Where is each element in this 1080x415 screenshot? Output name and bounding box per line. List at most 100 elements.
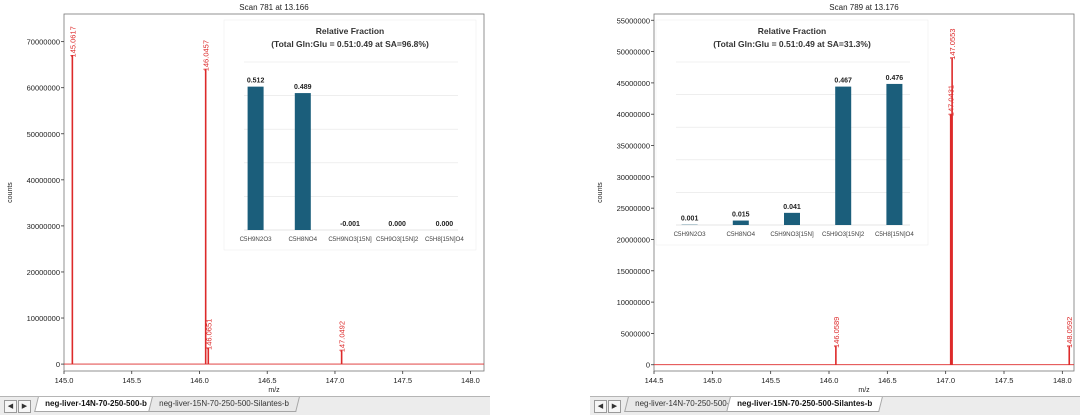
peak-label: 146.0651: [204, 319, 213, 350]
inset-category-label: C5H9NO3[15N]: [770, 231, 814, 238]
spectrum-panel-right: Scan 789 at 13.176 0 5000000 10000000 150000…: [590, 0, 1080, 414]
inset-value-label: 0.000: [388, 221, 406, 228]
file-tab-bar-left: ◀ ▶ neg-liver-14N-70-250-500-b neg-liver…: [0, 396, 490, 415]
inset-category-label: C5H8[15N]O4: [425, 236, 464, 243]
peak-label: 146.0457: [202, 40, 211, 71]
x-axis-label: m/z: [268, 387, 280, 394]
peak-label: 147.0492: [338, 321, 347, 352]
x-tick-label: 146.5: [258, 376, 277, 385]
y-tick-label: 50000000: [617, 48, 650, 57]
prev-tab-button[interactable]: ◀: [4, 400, 17, 413]
chart-title: Scan 781 at 13.166: [239, 3, 309, 12]
chart-title: Scan 789 at 13.176: [829, 3, 899, 12]
y-tick-label: 40000000: [617, 110, 650, 119]
peak-label: 145.0617: [68, 26, 77, 57]
inset-bar: [784, 213, 800, 225]
y-tick-label: 45000000: [617, 79, 650, 88]
x-tick-label: 147.0: [326, 376, 345, 385]
inset-bar: [733, 221, 749, 225]
inset-title: Relative Fraction: [316, 26, 385, 36]
inset-bar: [835, 87, 851, 225]
inset-value-label: -0.001: [340, 221, 360, 228]
tab-file-14n[interactable]: neg-liver-14N-70-250-500-b: [34, 397, 158, 412]
x-tick-label: 146.0: [820, 376, 839, 385]
y-tick-label: 15000000: [617, 267, 650, 276]
inset-value-label: 0.489: [294, 84, 312, 91]
inset-category-label: C5H9O3[15N]2: [822, 231, 865, 238]
tab-label: neg-liver-15N-70-250-500-Silantes-b: [737, 397, 872, 411]
inset-category-label: C5H8[15N]O4: [875, 231, 914, 238]
y-tick-label: 20000000: [617, 235, 650, 244]
inset-bar: [295, 93, 311, 230]
inset-category-label: C5H9N2O3: [674, 231, 707, 238]
y-tick-label: 60000000: [27, 84, 60, 93]
y-axis-label: counts: [7, 182, 14, 203]
next-arrow-icon: ▶: [22, 403, 27, 410]
inset-bar: [248, 87, 264, 230]
y-tick-label: 5000000: [621, 329, 650, 338]
tab-file-15n[interactable]: neg-liver-15N-70-250-500-Silantes-b: [148, 397, 300, 412]
x-tick-label: 144.5: [645, 376, 664, 385]
next-tab-button[interactable]: ▶: [18, 400, 31, 413]
inset-title: Relative Fraction: [758, 26, 827, 36]
x-tick-label: 146.0: [190, 376, 209, 385]
inset-category-label: C5H9NO3[15N]: [328, 236, 372, 243]
y-tick-label: 10000000: [27, 314, 60, 323]
x-tick-label: 148.0: [461, 376, 480, 385]
x-tick-label: 148.0: [1053, 376, 1072, 385]
y-tick-label: 40000000: [27, 176, 60, 185]
inset-category-label: C5H8NO4: [727, 231, 756, 238]
tab-file-15n[interactable]: neg-liver-15N-70-250-500-Silantes-b: [726, 397, 883, 412]
mass-spectrum-chart-right: Scan 789 at 13.176 0 5000000 10000000 150000…: [590, 0, 1080, 396]
peak-label: 147.0431: [947, 85, 956, 116]
y-tick-label: 30000000: [617, 173, 650, 182]
y-tick-label: 10000000: [617, 298, 650, 307]
peak-label: 146.0589: [832, 317, 841, 348]
peak-label: 148.0592: [1065, 317, 1074, 348]
prev-arrow-icon: ◀: [8, 403, 13, 410]
inset-value-label: 0.467: [834, 78, 852, 85]
x-tick-label: 147.0: [936, 376, 955, 385]
y-tick-label: 0: [646, 361, 650, 370]
inset-value-label: 0.476: [886, 75, 904, 82]
mass-spectrum-chart-left: Scan 781 at 13.166 0 10000000 20000000 30000…: [0, 0, 490, 396]
file-tab-bar-right: ◀ ▶ neg-liver-14N-70-250-500-b neg-liver…: [590, 396, 1080, 415]
x-tick-label: 147.5: [393, 376, 412, 385]
y-tick-label: 35000000: [617, 142, 650, 151]
inset-value-label: 0.015: [732, 212, 750, 219]
inset-value-label: 0.041: [783, 204, 801, 211]
y-tick-label: 25000000: [617, 204, 650, 213]
inset-value-label: 0.512: [247, 78, 265, 85]
inset-value-label: 0.000: [436, 221, 454, 228]
y-tick-label: 70000000: [27, 38, 60, 47]
peak-label: 147.0553: [948, 29, 957, 60]
y-tick-label: 30000000: [27, 222, 60, 231]
inset-category-label: C5H9O3[15N]2: [376, 236, 419, 243]
x-tick-label: 145.5: [761, 376, 780, 385]
y-axis-label: counts: [597, 182, 604, 203]
y-tick-label: 20000000: [27, 268, 60, 277]
spectrum-panel-left: Scan 781 at 13.166 0 10000000 20000000 30000…: [0, 0, 490, 414]
y-tick-label: 0: [56, 360, 60, 369]
inset-value-label: 0.001: [681, 216, 699, 223]
prev-arrow-icon: ◀: [598, 403, 603, 410]
inset-subtitle: (Total Gln:Glu = 0.51:0.49 at SA=96.8%): [271, 39, 429, 49]
x-tick-label: 145.0: [55, 376, 74, 385]
tab-label: neg-liver-14N-70-250-500-b: [45, 397, 147, 411]
x-tick-label: 146.5: [878, 376, 897, 385]
next-arrow-icon: ▶: [612, 403, 617, 410]
x-tick-label: 145.5: [122, 376, 141, 385]
tab-label: neg-liver-15N-70-250-500-Silantes-b: [159, 397, 289, 411]
inset-category-label: C5H9N2O3: [240, 236, 273, 243]
prev-tab-button[interactable]: ◀: [594, 400, 607, 413]
tab-label: neg-liver-14N-70-250-500-b: [635, 397, 734, 411]
next-tab-button[interactable]: ▶: [608, 400, 621, 413]
inset-category-label: C5H8NO4: [289, 236, 318, 243]
y-tick-label: 55000000: [617, 16, 650, 25]
x-tick-label: 145.0: [703, 376, 722, 385]
inset-subtitle: (Total Gln:Glu = 0.51:0.49 at SA=31.3%): [713, 39, 871, 49]
x-tick-label: 147.5: [995, 376, 1014, 385]
y-tick-label: 50000000: [27, 130, 60, 139]
inset-bar: [886, 84, 902, 225]
x-axis-label: m/z: [858, 387, 870, 394]
